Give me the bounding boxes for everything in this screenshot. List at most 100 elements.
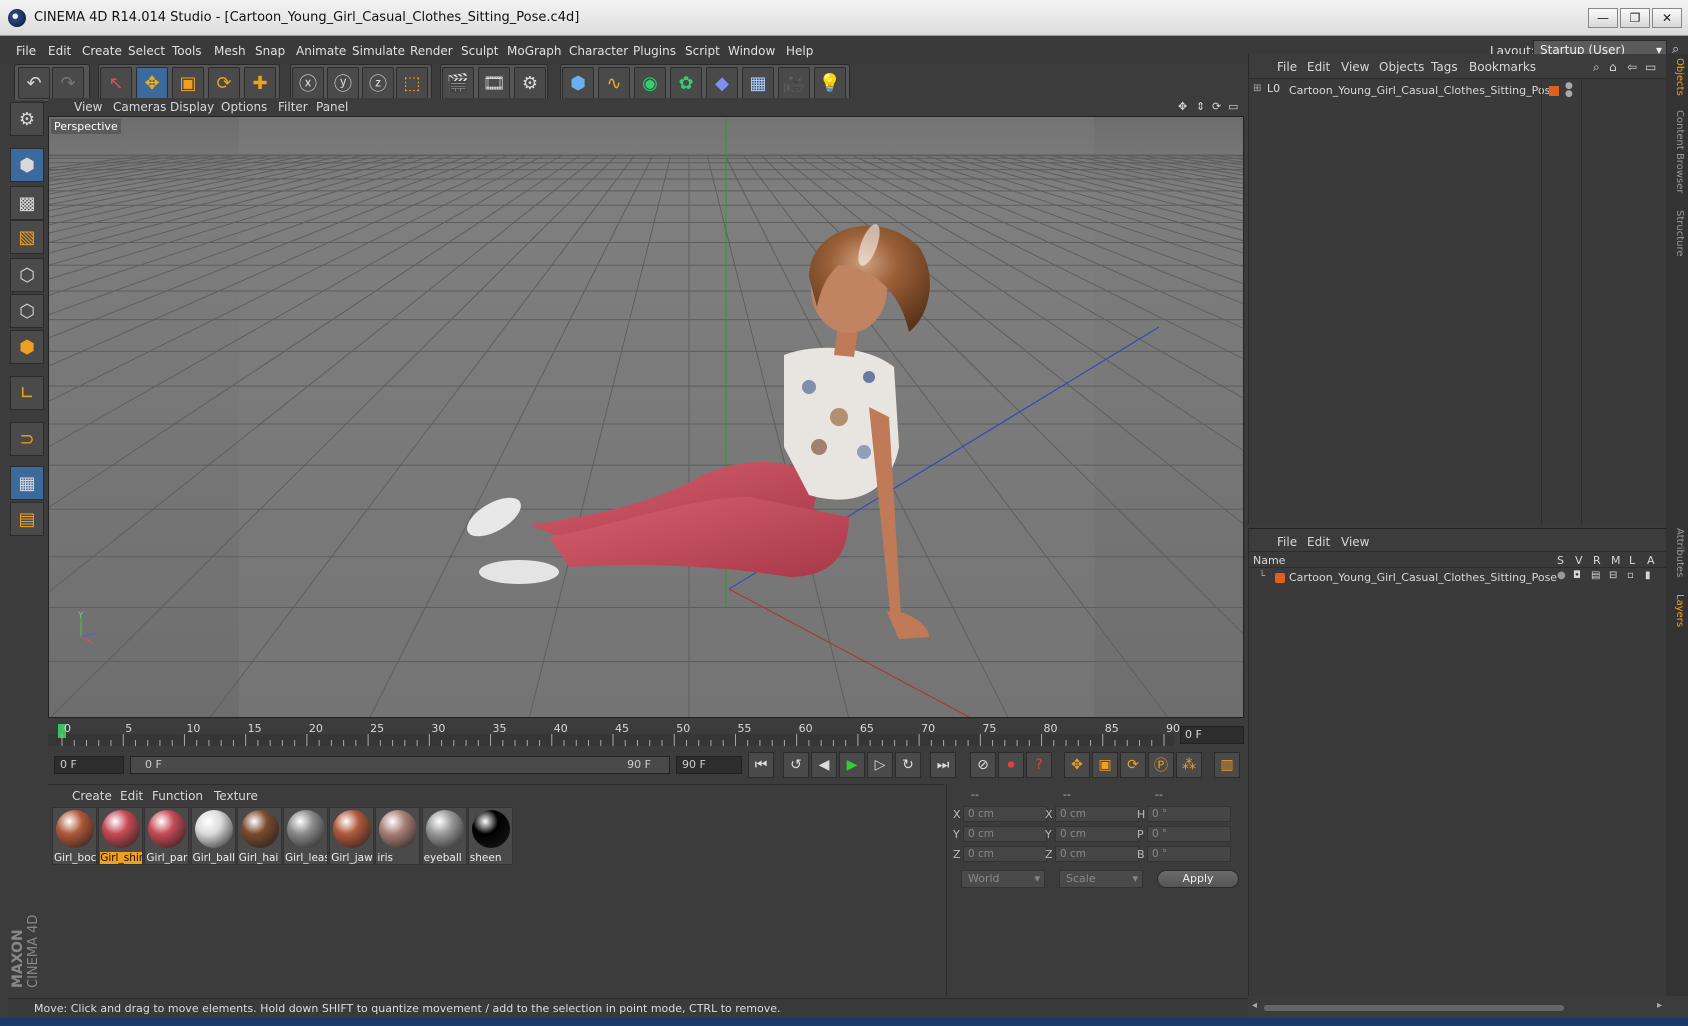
x-axis-lock-icon[interactable]: ⓧ (292, 67, 324, 99)
edges-mode-icon[interactable]: ⬡ (10, 294, 44, 328)
layers-menu-file[interactable]: File (1277, 535, 1297, 549)
layer-col-animation[interactable]: A (1647, 554, 1655, 567)
material-swatch[interactable]: Girl_hai (236, 807, 282, 865)
subdivision-icon[interactable]: ◉ (634, 67, 666, 99)
coord-space-dropdown[interactable]: World ▾ (961, 870, 1045, 888)
menu-mesh[interactable]: Mesh (214, 44, 246, 58)
expand-icon[interactable]: ⊞ (1253, 83, 1261, 94)
points-mode-icon[interactable]: ⬡ (10, 258, 44, 292)
perspective-viewport[interactable]: Perspective Y (48, 116, 1244, 718)
material-menu-create[interactable]: Create (72, 789, 112, 803)
key-point-level-icon[interactable]: ⁂ (1176, 752, 1202, 778)
viewport-menu-options[interactable]: Options (221, 100, 267, 114)
go-to-start-icon[interactable]: ⏮ (748, 752, 774, 778)
menu-snap[interactable]: Snap (255, 44, 285, 58)
polygons-mode-icon[interactable]: ⬢ (10, 330, 44, 364)
cube-object-icon[interactable]: ⬢ (562, 67, 594, 99)
live-selection-icon[interactable]: ↖ (100, 67, 132, 99)
visibility-dots-icon[interactable]: ● ● (1565, 82, 1573, 99)
layer-col-view[interactable]: V (1575, 554, 1583, 567)
menu-sculpt[interactable]: Sculpt (461, 44, 498, 58)
menu-script[interactable]: Script (685, 44, 720, 58)
objects-menu-view[interactable]: View (1341, 60, 1369, 74)
locked-workplane-icon[interactable]: ▦ (10, 466, 44, 500)
objects-menu-file[interactable]: File (1277, 60, 1297, 74)
menu-window[interactable]: Window (728, 44, 775, 58)
autokey-help-icon[interactable]: ? (1026, 752, 1052, 778)
menu-create[interactable]: Create (82, 44, 122, 58)
viewport-perspective-label[interactable]: Perspective (51, 119, 121, 134)
material-swatch[interactable]: iris (375, 807, 421, 865)
coord-value-field[interactable]: 0 cm (963, 806, 1047, 822)
coord-mode-dropdown[interactable]: Scale ▾ (1059, 870, 1143, 888)
coord-value-field[interactable]: 0 ° (1147, 846, 1231, 862)
array-icon[interactable]: ✿ (670, 67, 702, 99)
viewport-menu-cameras[interactable]: Cameras (113, 100, 166, 114)
layer-row[interactable]: └ Cartoon_Young_Girl_Casual_Clothes_Sitt… (1249, 570, 1667, 586)
layers-menu-view[interactable]: View (1341, 535, 1369, 549)
coord-value-field[interactable]: 0 cm (1055, 806, 1139, 822)
go-to-end-icon[interactable]: ⏭ (930, 752, 956, 778)
axis-mode-icon[interactable]: ∟ (10, 376, 44, 410)
viewport-menu-view[interactable]: View (74, 100, 102, 114)
material-menu-texture[interactable]: Texture (214, 789, 258, 803)
key-parameter-icon[interactable]: Ⓟ (1148, 752, 1174, 778)
record-keys-off-icon[interactable]: ⊘ (970, 752, 996, 778)
view-toggle-icon[interactable]: ◘ (1573, 570, 1581, 581)
restore-button[interactable]: ❐ (1620, 8, 1650, 28)
menu-mograph[interactable]: MoGraph (507, 44, 562, 58)
layer-horizontal-scrollbar[interactable]: ◂ ▸ (1252, 1000, 1662, 1014)
start-frame-field[interactable]: 0 F (54, 756, 124, 774)
layer-color-swatch[interactable] (1275, 573, 1285, 583)
search-icon[interactable]: ⌕ (1593, 60, 1600, 75)
solo-toggle-icon[interactable]: ● (1557, 570, 1566, 581)
tab-content-browser[interactable]: Content Browser (1669, 110, 1685, 193)
current-frame-field[interactable]: 0 F (1180, 726, 1244, 744)
minimize-button[interactable]: — (1588, 8, 1618, 28)
viewport-maximize-icon[interactable]: ▭ (1228, 100, 1238, 113)
menu-tools[interactable]: Tools (172, 44, 202, 58)
viewport-menu-display[interactable]: Display (170, 100, 214, 114)
model-mode-icon[interactable]: ⬢ (10, 148, 44, 182)
layer-col-solo[interactable]: S (1557, 554, 1564, 567)
viewport-rotate-icon[interactable]: ⟳ (1212, 100, 1221, 113)
material-swatch[interactable]: Girl_jaw (329, 807, 375, 865)
layers-menu-edit[interactable]: Edit (1307, 535, 1330, 549)
objects-menu-tags[interactable]: Tags (1431, 60, 1458, 74)
material-swatch[interactable]: Girl_par (144, 807, 190, 865)
previous-key-icon[interactable]: ↺ (783, 752, 809, 778)
menu-help[interactable]: Help (786, 44, 813, 58)
coordinate-system-icon[interactable]: ⬚ (396, 67, 428, 99)
material-swatch[interactable]: Girl_ball (190, 807, 236, 865)
objects-menu-objects[interactable]: Objects (1379, 60, 1424, 74)
apply-button[interactable]: Apply (1157, 870, 1239, 888)
layer-color-swatch[interactable] (1549, 86, 1559, 96)
next-key-icon[interactable]: ↻ (895, 752, 921, 778)
material-menu-function[interactable]: Function (152, 789, 203, 803)
end-frame-field[interactable]: 90 F (676, 756, 742, 774)
render-settings-icon[interactable]: ⚙ (514, 67, 546, 99)
workplane-mode-icon[interactable]: ▧ (10, 220, 44, 254)
material-menu-edit[interactable]: Edit (120, 789, 143, 803)
tab-structure[interactable]: Structure (1669, 210, 1685, 257)
next-frame-icon[interactable]: ▷ (867, 752, 893, 778)
object-row[interactable]: ⊞ L0 Cartoon_Young_Girl_Casual_Clothes_S… (1253, 82, 1663, 100)
material-swatch[interactable]: Girl_shir (98, 807, 144, 865)
spline-icon[interactable]: ∿ (598, 67, 630, 99)
rotate-tool-icon[interactable]: ⟳ (208, 67, 240, 99)
previous-frame-icon[interactable]: ◀ (811, 752, 837, 778)
key-position-icon[interactable]: ✥ (1064, 752, 1090, 778)
layer-name[interactable]: Cartoon_Young_Girl_Casual_Clothes_Sittin… (1289, 571, 1557, 584)
objects-menu-bookmarks[interactable]: Bookmarks (1469, 60, 1536, 74)
scroll-left-icon[interactable]: ◂ (1252, 1000, 1257, 1011)
timeline-window-icon[interactable]: ▥ (1214, 752, 1240, 778)
viewport-zoom-icon[interactable]: ⇕ (1196, 100, 1205, 113)
coord-value-field[interactable]: 0 cm (963, 826, 1047, 842)
tab-attributes[interactable]: Attributes (1669, 528, 1685, 577)
key-scale-icon[interactable]: ▣ (1092, 752, 1118, 778)
viewport-menu-filter[interactable]: Filter (278, 100, 308, 114)
viewport-menu-panel[interactable]: Panel (316, 100, 348, 114)
redo-icon[interactable]: ↷ (52, 67, 84, 99)
lock-toggle-icon[interactable]: ▫ (1627, 570, 1634, 581)
record-active-icon[interactable]: ⏺ (998, 752, 1024, 778)
